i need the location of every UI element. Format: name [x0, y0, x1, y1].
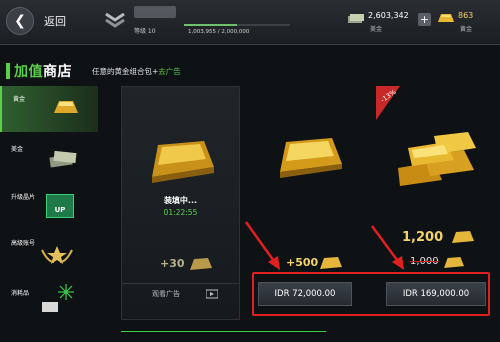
- gold-balance: 863: [458, 11, 474, 20]
- promo-subtitle: 任意的黄金组合包+去广告: [92, 66, 181, 77]
- page-title-highlight: 加值: [14, 64, 43, 80]
- cash-label: 美金: [370, 26, 383, 33]
- bonus-amount: +500: [286, 256, 319, 269]
- back-button[interactable]: ❮ 返回: [6, 6, 96, 36]
- gold-small-icon: [452, 231, 474, 243]
- consumable-icon: [42, 284, 74, 312]
- cash-icon: [348, 14, 364, 23]
- page-title: 加值商店: [14, 61, 72, 81]
- category-sidebar: 黄金 美金 升级晶片 UP 高级账号 消耗品: [0, 86, 98, 342]
- title-accent-bar: [6, 63, 10, 79]
- rank-chevron-icon: [105, 12, 125, 28]
- gold-small-icon: [444, 257, 464, 268]
- sidebar-item-consumables[interactable]: 消耗品: [0, 278, 96, 324]
- old-gold-amount: 1,000: [410, 256, 439, 267]
- cash-balance: 2,603,342: [368, 11, 409, 20]
- sidebar-item-upgrade-chip[interactable]: 升级晶片 UP: [0, 182, 96, 228]
- page-title-rest: 商店: [43, 64, 72, 80]
- premium-wings-icon: [41, 246, 73, 264]
- add-currency-button[interactable]: +: [418, 13, 431, 26]
- scroll-indicator: [121, 331, 326, 332]
- player-name-redacted: [134, 6, 176, 18]
- ad-timer: 01:22:55: [163, 208, 198, 217]
- bonus-amount: +30: [160, 257, 185, 270]
- loading-label: 装填中...: [163, 196, 198, 205]
- gold-bar-icon: [152, 141, 214, 183]
- sidebar-item-premium-account[interactable]: 高级账号: [0, 230, 96, 276]
- gold-bar-icon: [280, 138, 342, 178]
- upgrade-chip-icon: UP: [46, 194, 74, 218]
- annotation-arrow-icon: [244, 221, 280, 270]
- gold-bar-icon: [54, 101, 78, 113]
- sidebar-item-label: 美金: [11, 146, 24, 153]
- remove-ads-link[interactable]: 去广告: [158, 67, 181, 76]
- xp-progress-bar: [184, 24, 290, 26]
- gold-label: 黄金: [460, 26, 473, 33]
- gold-icon: [438, 14, 454, 22]
- divider: [122, 283, 239, 284]
- gold-pile-icon: [398, 132, 476, 186]
- video-icon: [206, 289, 218, 299]
- sidebar-item-label: 消耗品: [11, 290, 30, 297]
- sidebar-item-label: 升级晶片: [11, 194, 36, 201]
- discount-ribbon: [376, 86, 400, 120]
- annotation-arrow-icon: [370, 225, 404, 270]
- sidebar-item-label: 黄金: [13, 96, 26, 103]
- player-level: 等级 10: [134, 28, 156, 35]
- sidebar-item-cash[interactable]: 美金: [0, 134, 96, 180]
- sidebar-item-label: 高级账号: [11, 240, 36, 247]
- offer-card-ad[interactable]: 装填中... 01:22:55 +30 观看广告: [121, 86, 240, 320]
- xp-progress-fill: [184, 24, 238, 26]
- back-label: 返回: [44, 15, 66, 28]
- gold-small-icon: [190, 258, 212, 270]
- gold-small-icon: [320, 257, 342, 269]
- promo-subtitle-text: 任意的黄金组合包+: [92, 67, 159, 76]
- price-highlight-box: [252, 272, 490, 316]
- xp-text: 1,003,955 / 2,000,000: [188, 29, 250, 35]
- cash-stack-icon: [49, 150, 77, 168]
- back-arrow-icon: ❮: [6, 7, 34, 35]
- watch-ad-label[interactable]: 观看广告: [152, 289, 180, 299]
- sidebar-item-gold[interactable]: 黄金: [0, 86, 98, 132]
